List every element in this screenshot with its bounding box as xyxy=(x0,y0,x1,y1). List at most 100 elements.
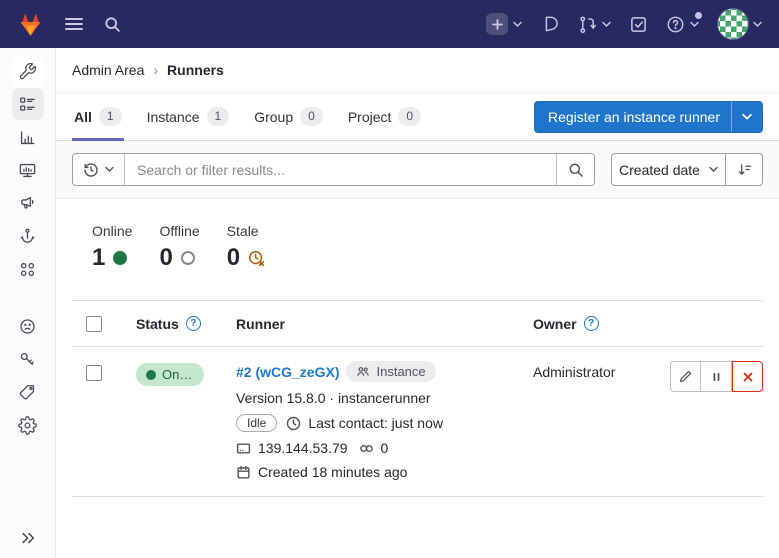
close-icon xyxy=(741,370,755,384)
stat-value: 1 xyxy=(92,246,105,270)
ip-address-icon xyxy=(236,441,251,456)
sidebar-item-labels[interactable] xyxy=(12,376,44,408)
help-menu-button[interactable] xyxy=(666,15,699,34)
table-header-row: Status ? Runner Owner ? xyxy=(72,300,763,347)
edit-runner-button[interactable] xyxy=(670,361,701,392)
hook-icon xyxy=(18,227,37,246)
bar-chart-icon xyxy=(18,128,37,147)
user-menu-button[interactable] xyxy=(718,9,762,39)
breadcrumb-admin-area[interactable]: Admin Area xyxy=(72,62,144,78)
sidebar-item-analytics[interactable] xyxy=(12,121,44,153)
hamburger-menu-icon[interactable] xyxy=(65,17,83,31)
gitlab-admin-runners-page: Admin Area › Runners All 1 Instance 1 Gr… xyxy=(0,0,779,558)
runner-type-badge: Instance xyxy=(346,361,435,382)
runner-actions xyxy=(668,361,763,392)
admin-sidebar xyxy=(0,48,56,558)
tab-count-badge: 1 xyxy=(207,107,230,125)
main-content: Admin Area › Runners All 1 Instance 1 Gr… xyxy=(56,48,779,558)
gitlab-logo[interactable] xyxy=(17,11,44,37)
stat-label: Offline xyxy=(159,223,199,239)
merge-requests-menu-button[interactable] xyxy=(578,15,611,33)
runner-type-label: Instance xyxy=(376,364,425,379)
search-input[interactable] xyxy=(125,162,556,178)
chevron-down-icon[interactable] xyxy=(732,113,762,121)
status-badge-label: Online xyxy=(162,367,194,382)
todos-icon[interactable] xyxy=(630,16,647,33)
tab-label: Project xyxy=(348,109,392,125)
sidebar-item-abuse-reports[interactable] xyxy=(12,310,44,342)
row-checkbox[interactable] xyxy=(86,365,102,381)
frown-face-icon xyxy=(18,317,37,336)
select-all-checkbox[interactable] xyxy=(86,316,102,332)
chevron-down-icon xyxy=(105,166,114,173)
tab-project[interactable]: Project 0 xyxy=(346,93,423,140)
chevron-down-icon xyxy=(753,21,762,28)
new-menu-button[interactable] xyxy=(486,13,522,35)
chevron-down-icon xyxy=(602,21,611,28)
chevron-down-icon xyxy=(690,21,699,28)
tab-count-badge: 0 xyxy=(300,107,323,125)
owner-cell: Administrator xyxy=(533,361,668,380)
tab-all[interactable]: All 1 xyxy=(72,93,124,140)
sidebar-item-monitoring[interactable] xyxy=(12,154,44,186)
sidebar-item-deploy-keys[interactable] xyxy=(12,343,44,375)
search-icon[interactable] xyxy=(104,16,121,33)
megaphone-icon xyxy=(18,194,37,213)
status-help-icon[interactable]: ? xyxy=(186,316,201,331)
sidebar-item-overview[interactable] xyxy=(12,88,44,120)
user-avatar xyxy=(718,9,748,39)
status-badge: Online xyxy=(136,363,204,386)
stale-clock-icon xyxy=(248,250,265,267)
double-chevron-right-icon xyxy=(20,531,35,545)
search-filter-box xyxy=(72,153,595,186)
runner-header: Runner xyxy=(236,316,285,332)
tab-group[interactable]: Group 0 xyxy=(252,93,325,140)
register-instance-runner-button[interactable]: Register an instance runner xyxy=(534,101,763,133)
sidebar-item-admin-area[interactable] xyxy=(12,55,44,87)
clock-icon xyxy=(286,416,301,431)
idle-tag[interactable]: Idle xyxy=(236,414,277,432)
search-icon xyxy=(568,162,584,178)
stat-stale: Stale 0 xyxy=(227,223,265,270)
stat-label: Online xyxy=(92,223,132,239)
filter-history-dropdown[interactable] xyxy=(73,154,125,185)
online-dot-icon xyxy=(146,370,156,380)
runner-summary-cell: #2 (wCG_zeGX) Instance Version 15.8.0 · … xyxy=(236,361,533,480)
users-icon xyxy=(356,365,370,378)
plus-icon xyxy=(486,13,508,35)
history-clock-icon xyxy=(83,162,99,178)
search-submit-button[interactable] xyxy=(556,154,594,185)
stat-label: Stale xyxy=(227,223,265,239)
wrench-icon xyxy=(18,62,37,81)
runners-table: Status ? Runner Owner ? xyxy=(72,300,763,497)
monitor-icon xyxy=(18,161,37,180)
sort-label: Created date xyxy=(619,162,700,178)
sidebar-item-system-hooks[interactable] xyxy=(12,220,44,252)
owner-name[interactable]: Administrator xyxy=(533,364,615,380)
sidebar-expand-button[interactable] xyxy=(20,531,35,545)
pause-runner-button[interactable] xyxy=(701,361,732,392)
runner-link[interactable]: #2 (wCG_zeGX) xyxy=(236,364,339,380)
runner-version-line: Version 15.8.0 · instancerunner xyxy=(236,390,431,406)
issues-icon[interactable] xyxy=(541,15,559,33)
owner-help-icon[interactable]: ? xyxy=(584,316,599,331)
breadcrumb-separator: › xyxy=(153,62,158,78)
runner-row: Online #2 (wCG_zeGX) Instance xyxy=(72,347,763,497)
delete-runner-button[interactable] xyxy=(732,361,763,392)
sort-direction-button[interactable] xyxy=(725,154,762,185)
calendar-icon xyxy=(236,465,251,480)
sort-control: Created date xyxy=(611,153,763,186)
sort-descending-icon xyxy=(737,162,752,177)
sidebar-item-messages[interactable] xyxy=(12,187,44,219)
offline-ring-icon xyxy=(181,251,195,265)
sort-dropdown[interactable]: Created date xyxy=(612,154,725,185)
breadcrumb-current: Runners xyxy=(167,62,224,78)
tab-instance[interactable]: Instance 1 xyxy=(145,93,232,140)
pencil-icon xyxy=(678,369,693,384)
tab-count-badge: 0 xyxy=(398,107,421,125)
sidebar-item-settings[interactable] xyxy=(12,409,44,441)
breadcrumb: Admin Area › Runners xyxy=(56,48,779,93)
sidebar-item-applications[interactable] xyxy=(12,253,44,285)
applications-grid-icon xyxy=(18,260,37,279)
key-icon xyxy=(18,350,37,369)
